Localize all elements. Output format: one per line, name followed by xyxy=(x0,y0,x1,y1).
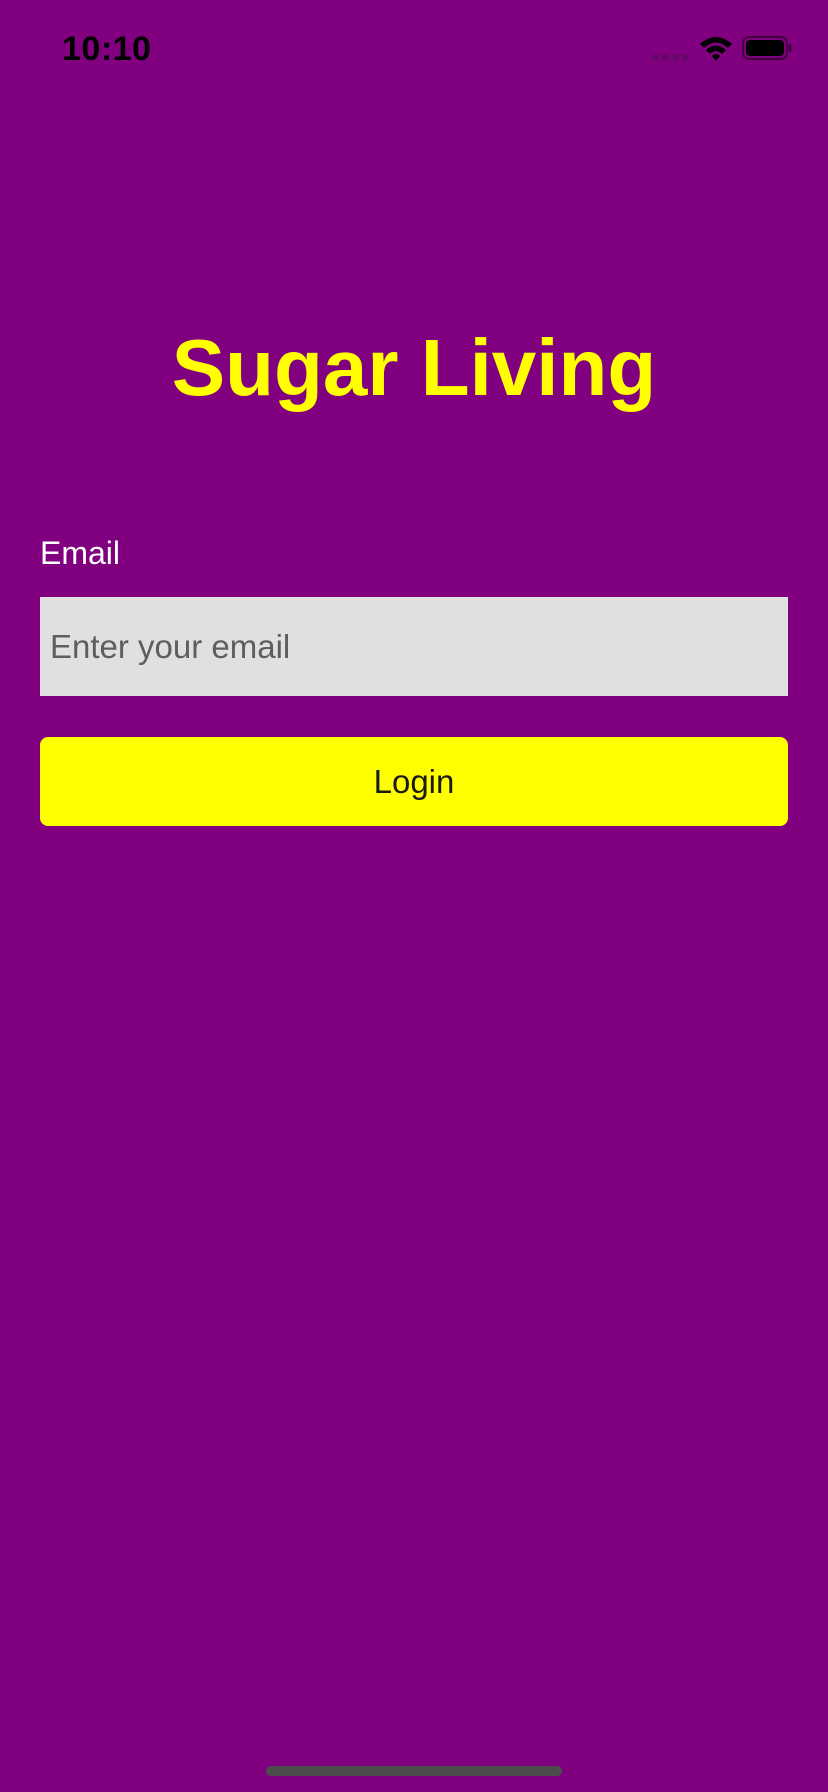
login-button[interactable]: Login xyxy=(40,737,788,826)
home-indicator xyxy=(266,1766,562,1776)
status-bar: 10:10 xyxy=(0,0,828,100)
app-title: Sugar Living xyxy=(171,323,657,412)
email-input[interactable] xyxy=(40,597,788,696)
wifi-icon xyxy=(700,37,732,61)
email-label: Email xyxy=(40,535,121,571)
battery-icon xyxy=(742,36,792,60)
status-time: 10:10 xyxy=(62,30,152,68)
cellular-signal-icon xyxy=(652,54,690,62)
